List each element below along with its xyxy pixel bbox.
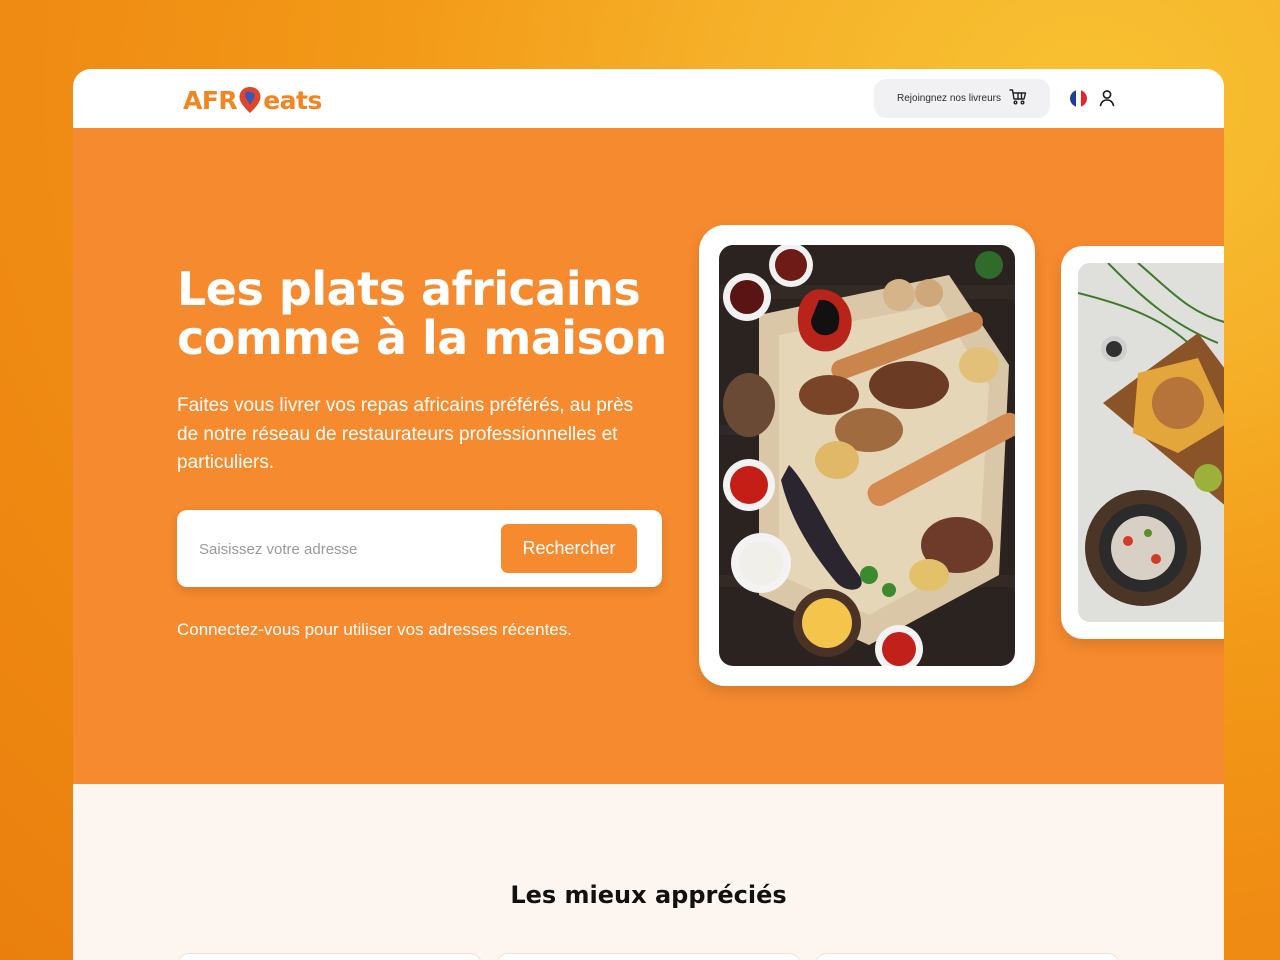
delivery-cart-icon [1009, 88, 1027, 110]
food-card-nachos [1061, 246, 1224, 639]
hero-section: Les plats africains comme à la maison Fa… [73, 128, 1224, 784]
user-icon[interactable] [1098, 89, 1116, 107]
logo-suffix: eats [263, 85, 322, 115]
login-hint-link[interactable]: Connectez-vous pour utiliser vos adresse… [177, 620, 572, 640]
browser-window: AFR eats Rejoingnez nos livreurs Les pla… [73, 69, 1224, 960]
hero-headline: Les plats africains comme à la maison [177, 262, 667, 365]
hero-subtitle: Faites vous livrer vos repas africains p… [177, 395, 634, 473]
top-navigation-bar: AFR eats Rejoingnez nos livreurs [73, 69, 1224, 128]
pin-logo-icon [238, 86, 262, 114]
afroeats-logo[interactable]: AFR eats [183, 85, 322, 115]
address-search-input[interactable] [199, 536, 489, 562]
join-couriers-button[interactable]: Rejoingnez nos livreurs [874, 79, 1050, 118]
nachos-plate-photo [1078, 263, 1224, 622]
french-flag-icon[interactable] [1070, 90, 1087, 107]
food-card-grill [699, 225, 1035, 686]
logo-prefix: AFR [183, 85, 238, 115]
restaurant-card[interactable] [496, 953, 801, 960]
search-button[interactable]: Rechercher [501, 524, 637, 573]
best-rated-section-title: Les mieux appréciés [510, 881, 787, 909]
restaurant-card[interactable] [815, 953, 1120, 960]
restaurant-card[interactable] [177, 953, 482, 960]
address-search-box: Rechercher [177, 510, 662, 587]
join-couriers-label: Rejoingnez nos livreurs [897, 93, 1001, 104]
grilled-platter-photo [719, 245, 1015, 666]
